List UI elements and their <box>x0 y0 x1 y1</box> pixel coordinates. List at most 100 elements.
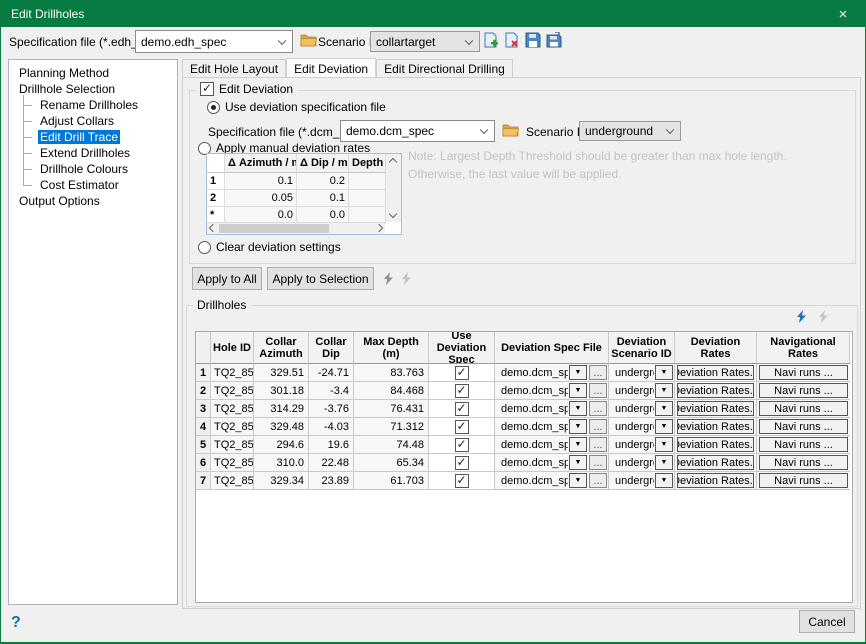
scenario-id-combobox[interactable]: collartarget <box>370 31 480 52</box>
collar-azimuth-cell[interactable]: 329.34 <box>254 472 309 490</box>
apply-flash-icon-blue[interactable] <box>795 310 807 323</box>
max-depth-cell[interactable]: 84.468 <box>354 382 429 400</box>
cancel-button[interactable]: Cancel <box>799 610 855 633</box>
horizontal-scrollbar[interactable] <box>207 222 385 234</box>
navi-runs-button[interactable]: Navi runs ... <box>759 383 847 398</box>
deviation-rates-button[interactable]: Deviation Rates... <box>677 455 754 470</box>
hole-id-cell[interactable]: TQ2_851_1 <box>211 436 254 454</box>
use-deviation-spec-checkbox[interactable]: ✓ <box>455 456 469 470</box>
delete-spec-icon[interactable] <box>504 32 521 48</box>
deviation-rates-button[interactable]: Deviation Rates... <box>677 365 754 380</box>
close-icon[interactable]: × <box>821 1 865 27</box>
manual-table-row[interactable]: 20.050.1 <box>207 190 401 207</box>
max-depth-cell[interactable]: 61.703 <box>354 472 429 490</box>
sidebar-item-extend-drillholes[interactable]: Extend Drillholes <box>9 145 177 161</box>
use-deviation-spec-checkbox[interactable]: ✓ <box>455 366 469 380</box>
use-deviation-spec-checkbox[interactable]: ✓ <box>455 402 469 416</box>
max-depth-cell[interactable]: 65.34 <box>354 454 429 472</box>
spec-file-dropdown-button[interactable]: ▼ <box>569 383 587 398</box>
collar-dip-cell[interactable]: 22.48 <box>309 454 354 472</box>
scrollbar-thumb[interactable] <box>219 224 329 233</box>
spec-file-dropdown-button[interactable]: ▼ <box>569 455 587 470</box>
depth-cell[interactable] <box>349 173 386 190</box>
azimuth-cell[interactable]: 0.05 <box>225 190 297 207</box>
spec-file-dropdown-button[interactable]: ▼ <box>569 437 587 452</box>
sidebar-item-planning-method[interactable]: Planning Method <box>9 65 177 81</box>
tab-edit-deviation[interactable]: Edit Deviation <box>286 58 376 77</box>
use-deviation-spec-checkbox[interactable]: ✓ <box>455 474 469 488</box>
max-depth-cell[interactable]: 74.48 <box>354 436 429 454</box>
spec-file-combobox[interactable]: demo.edh_spec <box>135 30 293 53</box>
new-spec-icon[interactable] <box>483 32 500 48</box>
deviation-spec-file-value[interactable]: demo.dcm_spec <box>498 457 568 469</box>
collar-azimuth-cell[interactable]: 329.51 <box>254 364 309 382</box>
max-depth-cell[interactable]: 76.431 <box>354 400 429 418</box>
azimuth-cell[interactable]: 0.1 <box>225 173 297 190</box>
navi-runs-button[interactable]: Navi runs ... <box>759 365 847 380</box>
collar-azimuth-cell[interactable]: 310.0 <box>254 454 309 472</box>
deviation-scenario-value[interactable]: underground <box>612 421 654 433</box>
scenario-dropdown-button[interactable]: ▼ <box>655 383 673 398</box>
deviation-spec-file-value[interactable]: demo.dcm_spec <box>498 421 568 433</box>
revert-flash-icon[interactable] <box>817 310 829 323</box>
deviation-scenario-value[interactable]: underground <box>612 475 654 487</box>
folder-icon[interactable] <box>300 33 317 49</box>
deviation-rates-button[interactable]: Deviation Rates... <box>677 419 754 434</box>
deviation-spec-file-value[interactable]: demo.dcm_spec <box>498 439 568 451</box>
apply-flash-icon[interactable] <box>382 272 394 285</box>
tab-edit-directional-drilling[interactable]: Edit Directional Drilling <box>376 59 513 77</box>
collar-dip-cell[interactable]: -3.76 <box>309 400 354 418</box>
revert-flash-icon[interactable] <box>400 272 412 285</box>
apply-to-all-button[interactable]: Apply to All <box>192 267 262 290</box>
scenario-dropdown-button[interactable]: ▼ <box>655 401 673 416</box>
sidebar-item-rename-drillholes[interactable]: Rename Drillholes <box>9 97 177 113</box>
deviation-scenario-value[interactable]: underground <box>612 403 654 415</box>
drillholes-table[interactable]: Hole IDCollar AzimuthCollar DipMax Depth… <box>195 331 853 603</box>
spec-file-dropdown-button[interactable]: ▼ <box>569 419 587 434</box>
manual-table-row[interactable]: 10.10.2 <box>207 173 401 190</box>
deviation-spec-file-value[interactable]: demo.dcm_spec <box>498 403 568 415</box>
sidebar-item-drillhole-selection[interactable]: Drillhole Selection <box>9 81 177 97</box>
scenario-dropdown-button[interactable]: ▼ <box>655 365 673 380</box>
dip-cell[interactable]: 0.2 <box>297 173 349 190</box>
collar-dip-cell[interactable]: 19.6 <box>309 436 354 454</box>
dip-cell[interactable]: 0.1 <box>297 190 349 207</box>
hole-id-cell[interactable]: TQ2_851_1 <box>211 400 254 418</box>
navi-runs-button[interactable]: Navi runs ... <box>759 437 847 452</box>
depth-cell[interactable] <box>349 190 386 207</box>
spec-file-browse-button[interactable]: ... <box>589 365 607 380</box>
collar-dip-cell[interactable]: -24.71 <box>309 364 354 382</box>
spec-file-browse-button[interactable]: ... <box>589 401 607 416</box>
save-as-icon[interactable] <box>546 32 563 48</box>
collar-dip-cell[interactable]: -3.4 <box>309 382 354 400</box>
deviation-spec-file-value[interactable]: demo.dcm_spec <box>498 385 568 397</box>
max-depth-cell[interactable]: 71.312 <box>354 418 429 436</box>
dcm-scenario-combobox[interactable]: underground <box>579 121 681 141</box>
max-depth-cell[interactable]: 83.763 <box>354 364 429 382</box>
scenario-dropdown-button[interactable]: ▼ <box>655 473 673 488</box>
deviation-rates-button[interactable]: Deviation Rates... <box>677 437 754 452</box>
sidebar-item-edit-drill-trace[interactable]: Edit Drill Trace <box>9 129 177 145</box>
help-icon[interactable]: ? <box>11 614 21 632</box>
collar-azimuth-cell[interactable]: 294.6 <box>254 436 309 454</box>
hole-id-cell[interactable]: TQ2_851_1 <box>211 382 254 400</box>
folder-icon[interactable] <box>502 123 519 139</box>
deviation-spec-file-value[interactable]: demo.dcm_spec <box>498 367 568 379</box>
spec-file-dropdown-button[interactable]: ▼ <box>569 365 587 380</box>
hole-id-cell[interactable]: TQ2_851_1 <box>211 454 254 472</box>
scroll-up-icon[interactable] <box>389 158 397 166</box>
sidebar-item-adjust-collars[interactable]: Adjust Collars <box>9 113 177 129</box>
spec-file-browse-button[interactable]: ... <box>589 419 607 434</box>
use-deviation-spec-checkbox[interactable]: ✓ <box>455 438 469 452</box>
scroll-left-icon[interactable] <box>209 224 217 232</box>
sidebar-item-output-options[interactable]: Output Options <box>9 193 177 209</box>
hole-id-cell[interactable]: TQ2_851_1 <box>211 364 254 382</box>
save-icon[interactable] <box>525 32 542 48</box>
scenario-dropdown-button[interactable]: ▼ <box>655 455 673 470</box>
hole-id-cell[interactable]: TQ2_851_1 <box>211 472 254 490</box>
deviation-scenario-value[interactable]: underground <box>612 367 654 379</box>
tab-edit-hole-layout[interactable]: Edit Hole Layout <box>182 59 286 77</box>
collar-azimuth-cell[interactable]: 329.48 <box>254 418 309 436</box>
navi-runs-button[interactable]: Navi runs ... <box>759 419 847 434</box>
spec-file-browse-button[interactable]: ... <box>589 473 607 488</box>
